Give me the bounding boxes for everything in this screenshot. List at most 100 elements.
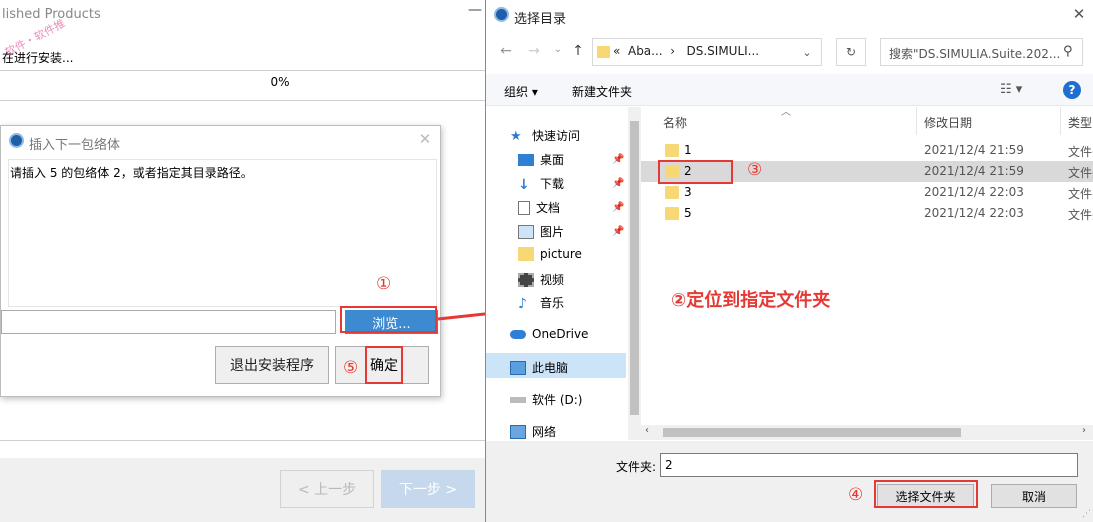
highlight-folder-2 bbox=[658, 160, 733, 184]
search-icon: ⚲ bbox=[1063, 44, 1073, 59]
pin-icon: 📌 bbox=[612, 178, 625, 189]
folder-icon bbox=[665, 186, 679, 199]
progress-top-border bbox=[0, 70, 485, 71]
refresh-icon[interactable]: ↻ bbox=[836, 38, 866, 66]
cancel-button[interactable]: 取消 bbox=[991, 484, 1077, 508]
star-icon: ★ bbox=[510, 128, 522, 144]
resize-grip-icon[interactable]: ⋰ bbox=[1082, 509, 1091, 519]
scroll-left-icon[interactable]: ‹ bbox=[645, 425, 649, 436]
address-dropdown-icon[interactable]: ⌄ bbox=[793, 39, 821, 65]
file-date: 2021/12/4 22:03 bbox=[924, 185, 1024, 199]
file-date: 2021/12/4 21:59 bbox=[924, 143, 1024, 157]
sidebar-item-videos[interactable]: 视频 bbox=[518, 271, 564, 288]
sidebar-item-label: picture bbox=[540, 247, 582, 261]
column-type[interactable]: 类型 bbox=[1068, 114, 1092, 131]
new-folder-button[interactable]: 新建文件夹 bbox=[572, 83, 632, 100]
sidebar-item-quick-access[interactable]: ★ 快速访问 bbox=[510, 127, 580, 144]
sidebar-item-downloads[interactable]: ↓ 下载 bbox=[518, 175, 565, 193]
sidebar-item-music[interactable]: ♪ 音乐 bbox=[518, 294, 564, 312]
column-date[interactable]: 修改日期 bbox=[924, 114, 972, 131]
file-row[interactable]: 1 2021/12/4 21:59 文件夹 bbox=[641, 140, 1093, 161]
picker-title: 选择目录 bbox=[514, 12, 567, 27]
next-button[interactable]: 下一步 > bbox=[381, 470, 475, 508]
sidebar-item-label: 图片 bbox=[540, 225, 565, 239]
annotation-step-3: ③ bbox=[747, 160, 763, 180]
folder-field[interactable]: 2 bbox=[660, 453, 1078, 477]
sidebar-item-label: 文档 bbox=[536, 201, 561, 215]
highlight-select-folder bbox=[874, 480, 978, 508]
message-area bbox=[8, 159, 437, 307]
scrollbar-thumb[interactable] bbox=[663, 428, 961, 437]
drive-icon bbox=[510, 396, 526, 403]
highlight-browse bbox=[340, 306, 437, 333]
pin-icon: 📌 bbox=[612, 202, 625, 213]
file-name: 3 bbox=[684, 185, 692, 199]
sidebar-item-label: 下载 bbox=[540, 177, 565, 191]
sidebar-item-label: 桌面 bbox=[540, 153, 565, 167]
breadcrumb-2[interactable]: DS.SIMULI... bbox=[686, 44, 759, 58]
chevron-down-icon[interactable]: ⌄ bbox=[548, 44, 568, 55]
sidebar-item-desktop[interactable]: 桌面 bbox=[518, 151, 564, 168]
forward-arrow-icon[interactable]: → bbox=[524, 43, 544, 59]
file-type: 文件夹 bbox=[1068, 208, 1093, 222]
file-date: 2021/12/4 21:59 bbox=[924, 164, 1024, 178]
close-icon[interactable]: ✕ bbox=[417, 130, 433, 148]
organize-menu[interactable]: 组织 ▾ bbox=[504, 83, 538, 100]
sidebar-scrollbar[interactable] bbox=[628, 107, 641, 440]
sidebar-item-onedrive[interactable]: OneDrive bbox=[510, 327, 588, 341]
up-arrow-icon[interactable]: ↑ bbox=[568, 43, 588, 59]
sidebar-item-network[interactable]: 网络 bbox=[510, 423, 556, 440]
network-icon bbox=[510, 424, 526, 439]
file-type: 文件夹 bbox=[1068, 187, 1093, 201]
search-placeholder: 搜索"DS.SIMULIA.Suite.202... bbox=[889, 47, 1061, 61]
sidebar-item-drive-d[interactable]: 软件 (D:) bbox=[510, 391, 582, 408]
path-input[interactable] bbox=[1, 310, 336, 334]
address-bar[interactable]: « Aba... › DS.SIMULI... ⌄ bbox=[592, 38, 822, 66]
minimize-icon[interactable]: — bbox=[467, 2, 483, 22]
sidebar-item-label: 此电脑 bbox=[532, 361, 569, 375]
sidebar-item-pictures[interactable]: 图片 bbox=[518, 223, 564, 240]
pin-icon: 📌 bbox=[612, 226, 625, 237]
sidebar-item-label: 视频 bbox=[540, 273, 565, 287]
folder-field-label: 文件夹: bbox=[616, 460, 657, 474]
app-logo-icon bbox=[9, 133, 24, 148]
folder-icon bbox=[518, 247, 534, 261]
install-status: 在进行安装... bbox=[2, 51, 74, 65]
file-name: 5 bbox=[684, 206, 692, 220]
column-divider bbox=[1060, 107, 1061, 135]
breadcrumb-1[interactable]: Aba... bbox=[628, 44, 663, 58]
scrollbar-thumb[interactable] bbox=[630, 121, 639, 415]
insert-media-dialog: 插入下一包络体 ✕ 请插入 5 的包络体 2，或者指定其目录路径。 浏览... … bbox=[0, 125, 441, 397]
sidebar-item-documents[interactable]: 文档 bbox=[518, 199, 560, 216]
annotation-step-2: ②定位到指定文件夹 bbox=[671, 290, 831, 311]
file-type: 文件夹 bbox=[1068, 166, 1093, 180]
horizontal-scrollbar[interactable]: ‹ › bbox=[641, 425, 1093, 440]
dialog-message: 请插入 5 的包络体 2，或者指定其目录路径。 bbox=[10, 166, 253, 180]
scroll-right-icon[interactable]: › bbox=[1082, 425, 1086, 436]
close-icon[interactable]: ✕ bbox=[1071, 5, 1087, 23]
video-icon bbox=[518, 272, 534, 287]
document-icon bbox=[518, 200, 530, 215]
progress-percent: 0% bbox=[270, 75, 290, 89]
view-options-icon[interactable]: ☷ ▾ bbox=[1000, 82, 1022, 97]
navigation-pane: ★ 快速访问 桌面 📌 ↓ 下载 📌 文档 📌 图片 📌 picture 视频 … bbox=[486, 107, 628, 440]
folder-icon bbox=[665, 207, 679, 220]
back-button[interactable]: < 上一步 bbox=[280, 470, 374, 508]
file-row[interactable]: 5 2021/12/4 22:03 文件夹 bbox=[641, 203, 1093, 224]
file-row[interactable]: 3 2021/12/4 22:03 文件夹 bbox=[641, 182, 1093, 203]
column-name[interactable]: 名称 bbox=[663, 114, 687, 131]
help-icon[interactable]: ? bbox=[1063, 81, 1081, 99]
sidebar-item-this-pc[interactable]: 此电脑 bbox=[510, 359, 568, 376]
divider bbox=[0, 440, 485, 441]
search-input[interactable]: 搜索"DS.SIMULIA.Suite.202... ⚲ bbox=[880, 38, 1083, 66]
app-logo-icon bbox=[494, 7, 509, 22]
desktop-icon bbox=[518, 153, 534, 166]
computer-icon bbox=[510, 360, 526, 375]
exit-installer-button[interactable]: 退出安装程序 bbox=[215, 346, 329, 384]
picker-footer: 文件夹: 2 ④ 选择文件夹 取消 ⋰ bbox=[486, 441, 1093, 522]
sort-indicator-icon: ︿ bbox=[781, 107, 791, 118]
sidebar-item-picture-folder[interactable]: picture bbox=[518, 247, 582, 261]
picker-toolbar: 组织 ▾ 新建文件夹 ☷ ▾ ? bbox=[486, 74, 1093, 106]
back-arrow-icon[interactable]: ← bbox=[496, 43, 516, 59]
download-icon: ↓ bbox=[518, 176, 530, 193]
